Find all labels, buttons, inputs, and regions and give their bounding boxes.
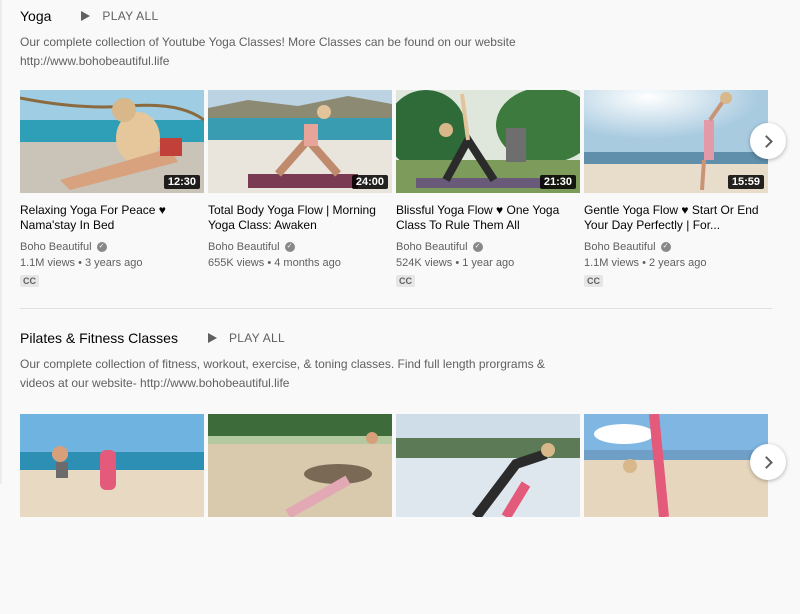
- video-thumbnail[interactable]: 24:00: [208, 90, 392, 193]
- video-card: [20, 414, 204, 517]
- channel-name[interactable]: Boho Beautiful ✓: [20, 239, 204, 255]
- shelf-title[interactable]: Yoga: [20, 8, 51, 24]
- chevron-right-icon: [760, 134, 773, 148]
- check-circle-icon: ✓: [96, 242, 107, 252]
- shelf-title[interactable]: Pilates & Fitness Classes: [20, 330, 178, 346]
- video-card: [584, 414, 768, 517]
- shelf-header: Pilates & Fitness Classes PLAY ALL: [20, 328, 285, 348]
- thumbnail-image: [584, 414, 768, 517]
- video-duration: 15:59: [727, 175, 764, 189]
- video-meta: 524K views • 1 year ago: [396, 257, 515, 269]
- channel-name[interactable]: Boho Beautiful ✓: [396, 239, 580, 255]
- channel-name[interactable]: Boho Beautiful ✓: [584, 239, 768, 255]
- thumbnail-image: [208, 414, 392, 517]
- video-row: 12:30 Relaxing Yoga For Peace ♥ Nama'sta…: [20, 90, 780, 290]
- video-meta: 1.1M views • 3 years ago: [20, 257, 143, 269]
- video-card: 15:59 Gentle Yoga Flow ♥ Start Or End Yo…: [584, 90, 768, 289]
- video-age: 2 years ago: [649, 257, 707, 269]
- video-card: 24:00 Total Body Yoga Flow | Morning Yog…: [208, 90, 392, 271]
- thumbnail-image: [20, 414, 204, 517]
- video-title[interactable]: Relaxing Yoga For Peace ♥ Nama'stay In B…: [20, 203, 204, 233]
- thumbnail-image: [396, 414, 580, 517]
- video-views: 1.1M views: [20, 257, 76, 269]
- video-meta: 1.1M views • 2 years ago: [584, 257, 707, 269]
- video-thumbnail[interactable]: 15:59: [584, 90, 768, 193]
- video-thumbnail[interactable]: [208, 414, 392, 517]
- check-circle-icon: ✓: [284, 242, 295, 252]
- check-circle-icon: ✓: [660, 242, 671, 252]
- channel-name-label: Boho Beautiful: [208, 241, 280, 253]
- video-age: 4 months ago: [274, 257, 341, 269]
- shelf-description: Our complete collection of Youtube Yoga …: [20, 35, 516, 68]
- play-icon: [207, 333, 217, 343]
- video-age: 1 year ago: [462, 257, 515, 269]
- check-circle-icon: ✓: [472, 242, 483, 252]
- video-title[interactable]: Total Body Yoga Flow | Morning Yoga Clas…: [208, 203, 392, 233]
- video-views: 655K views: [208, 257, 265, 269]
- cc-badge: CC: [20, 275, 39, 287]
- play-all-button[interactable]: PLAY ALL: [207, 331, 285, 345]
- video-row: [20, 414, 780, 614]
- play-all-label: PLAY ALL: [102, 9, 159, 23]
- video-thumbnail[interactable]: 12:30: [20, 90, 204, 193]
- cc-badge: CC: [584, 275, 603, 287]
- cc-badge: CC: [396, 275, 415, 287]
- video-duration: 24:00: [351, 175, 388, 189]
- video-title[interactable]: Blissful Yoga Flow ♥ One Yoga Class To R…: [396, 203, 580, 233]
- next-videos-button[interactable]: [750, 444, 786, 480]
- video-card: 21:30 Blissful Yoga Flow ♥ One Yoga Clas…: [396, 90, 580, 289]
- channel-name-label: Boho Beautiful: [20, 241, 92, 253]
- video-duration: 12:30: [163, 175, 200, 189]
- video-duration: 21:30: [539, 175, 576, 189]
- page-left-border: [0, 0, 2, 484]
- next-videos-button[interactable]: [750, 123, 786, 159]
- play-all-button[interactable]: PLAY ALL: [81, 9, 158, 23]
- chevron-right-icon: [760, 455, 773, 469]
- video-views: 1.1M views: [584, 257, 640, 269]
- video-title[interactable]: Gentle Yoga Flow ♥ Start Or End Your Day…: [584, 203, 768, 233]
- video-thumbnail[interactable]: [584, 414, 768, 517]
- video-card: [208, 414, 392, 517]
- video-thumbnail[interactable]: 21:30: [396, 90, 580, 193]
- shelf-header: Yoga PLAY ALL: [20, 6, 158, 26]
- video-card: [396, 414, 580, 517]
- shelf-divider: [20, 308, 772, 309]
- shelf-description: Our complete collection of fitness, work…: [20, 357, 545, 390]
- video-views: 524K views: [396, 257, 453, 269]
- video-thumbnail[interactable]: [20, 414, 204, 517]
- video-age: 3 years ago: [85, 257, 143, 269]
- play-all-label: PLAY ALL: [228, 331, 285, 345]
- channel-name-label: Boho Beautiful: [396, 241, 468, 253]
- video-thumbnail[interactable]: [396, 414, 580, 517]
- channel-name-label: Boho Beautiful: [584, 241, 656, 253]
- video-meta: 655K views • 4 months ago: [208, 257, 341, 269]
- channel-name[interactable]: Boho Beautiful ✓: [208, 239, 392, 255]
- video-card: 12:30 Relaxing Yoga For Peace ♥ Nama'sta…: [20, 90, 204, 289]
- play-icon: [81, 11, 91, 21]
